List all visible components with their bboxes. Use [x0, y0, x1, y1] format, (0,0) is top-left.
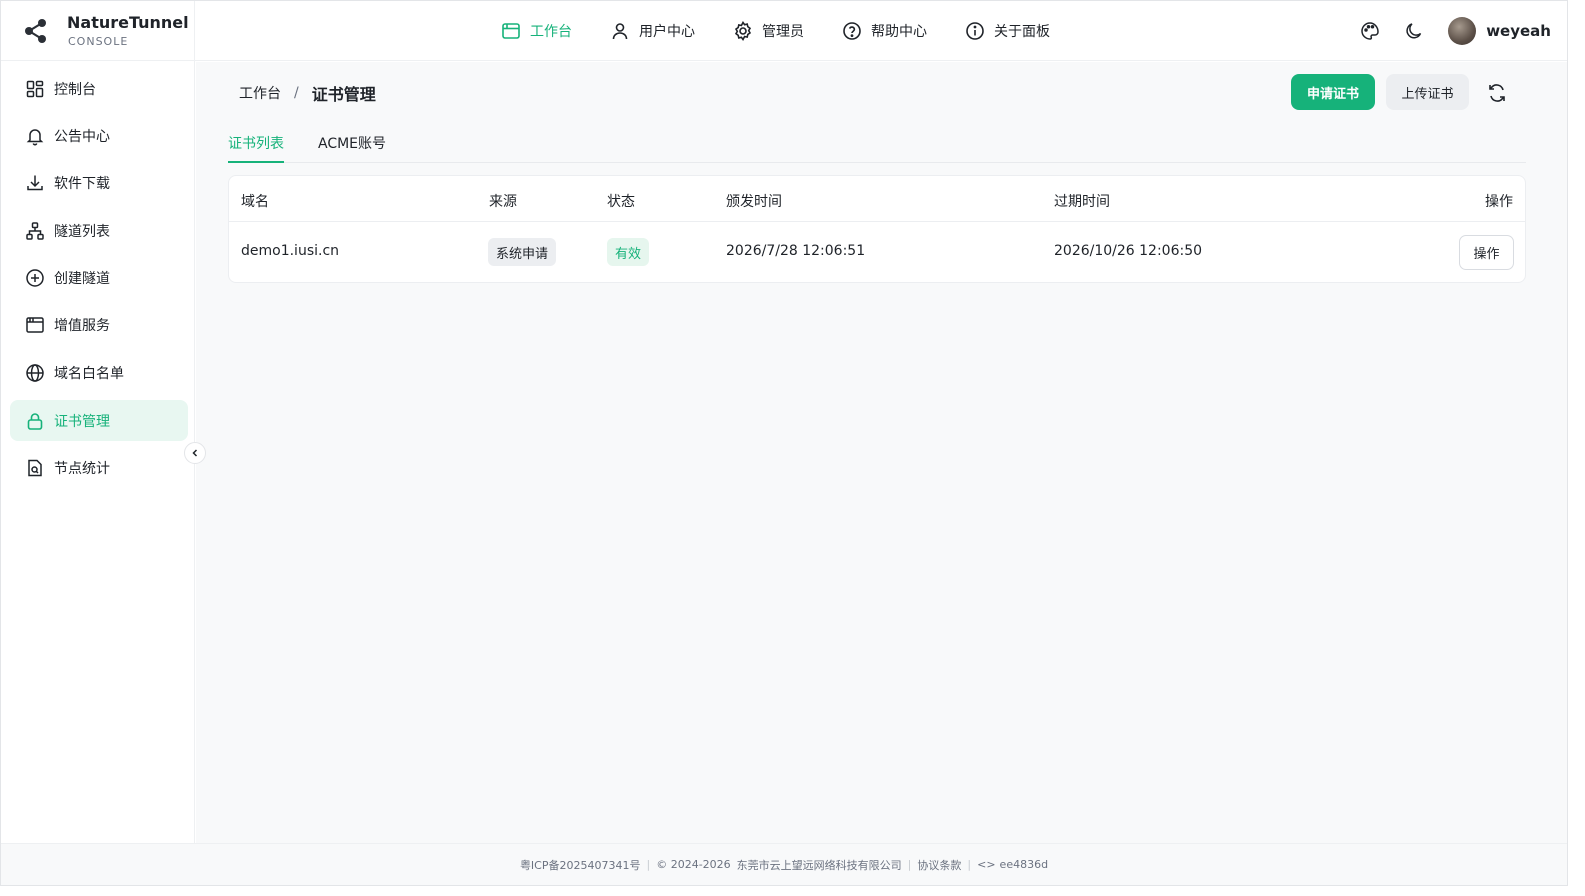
cell-expires: 2026/10/26 12:06:50	[1054, 243, 1203, 259]
sidebar-item-label: 控制台	[54, 81, 96, 98]
column-header-status: 状态	[607, 194, 635, 210]
sidebar-collapse-button[interactable]	[184, 442, 206, 464]
apply-certificate-button[interactable]: 申请证书	[1291, 74, 1375, 110]
sidebar-item-label: 增值服务	[54, 317, 110, 334]
cell-domain: demo1.iusi.cn	[241, 243, 340, 259]
status-badge: 有效	[607, 238, 650, 266]
terms-link[interactable]: 协议条款	[917, 857, 961, 873]
sidebar-item-dashboard[interactable]: 控制台	[10, 68, 188, 109]
header-right: weyeah	[1360, 1, 1551, 61]
footer-divider: |	[646, 858, 651, 871]
footer-divider: |	[907, 858, 912, 871]
topnav-help-center[interactable]: 帮助中心	[842, 1, 927, 61]
sidebar-item-domain-whitelist[interactable]: 域名白名单	[10, 352, 188, 393]
browser-window-icon	[26, 316, 44, 333]
cell-issued: 2026/7/28 12:06:51	[726, 243, 866, 259]
brand[interactable]: NatureTunnel CONSOLE	[1, 1, 195, 61]
sidebar-item-node-stats[interactable]: 节点统计	[10, 447, 188, 488]
share-nodes-icon	[25, 19, 46, 43]
top-nav: 工作台 用户中心 管理员 帮助中心 关于面板	[501, 1, 1088, 61]
sidebar-item-downloads[interactable]: 软件下载	[10, 162, 188, 203]
topnav-workbench[interactable]: 工作台	[501, 1, 572, 61]
info-circle-icon	[966, 22, 984, 40]
sidebar-item-label: 创建隧道	[54, 270, 110, 287]
topnav-label: 用户中心	[639, 24, 695, 40]
moon-icon[interactable]	[1404, 21, 1424, 41]
tab-bar: 证书列表 ACME账号	[228, 129, 1526, 163]
certificate-table: 域名 来源 状态 颁发时间 过期时间 操作 demo1.iusi.cn 系统申请…	[228, 175, 1526, 283]
sidebar-item-label: 软件下载	[54, 175, 110, 192]
sidebar-item-announcements[interactable]: 公告中心	[10, 115, 188, 156]
tab-certificate-list[interactable]: 证书列表	[228, 129, 284, 163]
column-header-domain: 域名	[241, 194, 269, 210]
lock-icon	[27, 412, 43, 430]
column-header-source: 来源	[489, 194, 517, 210]
code-icon: <>	[977, 858, 996, 871]
plus-circle-icon	[26, 268, 44, 287]
sidebar-item-label: 公告中心	[54, 128, 110, 145]
globe-icon	[26, 363, 44, 382]
footer-divider: |	[967, 858, 972, 871]
main-content: 工作台 / 证书管理 申请证书 上传证书 证书列表 ACME账号 域名 来源 状…	[196, 62, 1567, 843]
brand-name: NatureTunnel	[67, 13, 189, 32]
topnav-label: 工作台	[530, 24, 572, 40]
sidebar-item-label: 隧道列表	[54, 223, 110, 240]
top-header: NatureTunnel CONSOLE 工作台 用户中心 管理员 帮助中心 关…	[1, 1, 1567, 61]
breadcrumb-home[interactable]: 工作台	[239, 83, 281, 103]
column-header-actions: 操作	[1485, 194, 1513, 210]
sidebar-item-value-added[interactable]: 增值服务	[10, 304, 188, 345]
gear-icon	[734, 21, 752, 41]
source-badge: 系统申请	[488, 238, 557, 266]
icp-link[interactable]: 粤ICP备2025407341号	[520, 857, 641, 873]
sidebar-item-tunnel-list[interactable]: 隧道列表	[10, 210, 188, 251]
avatar[interactable]	[1448, 17, 1477, 45]
window-icon	[502, 23, 520, 39]
user-icon	[612, 23, 628, 40]
row-action-button[interactable]: 操作	[1459, 235, 1514, 270]
table-header: 域名 来源 状态 颁发时间 过期时间 操作	[229, 176, 1525, 222]
topnav-label: 关于面板	[994, 24, 1050, 40]
sidebar: 控制台 公告中心 软件下载 隧道列表 创建隧道 增值服务 域名白名单 证书管理	[1, 61, 195, 843]
page-title: 证书管理	[311, 85, 376, 104]
sidebar-item-create-tunnel[interactable]: 创建隧道	[10, 257, 188, 298]
sidebar-item-label: 域名白名单	[54, 365, 124, 382]
sidebar-item-label: 证书管理	[54, 413, 110, 430]
brand-subtitle: CONSOLE	[68, 35, 129, 48]
sitemap-icon	[26, 221, 44, 240]
tab-acme-account[interactable]: ACME账号	[318, 129, 386, 163]
company-name: 东莞市云上望远网络科技有限公司	[736, 858, 902, 872]
breadcrumb-separator: /	[294, 85, 299, 101]
dashboard-icon	[26, 80, 44, 97]
chevron-left-icon	[192, 449, 198, 457]
topnav-admin[interactable]: 管理员	[733, 1, 804, 61]
refresh-icon[interactable]	[1485, 81, 1509, 105]
topnav-user-center[interactable]: 用户中心	[610, 1, 695, 61]
topnav-about-panel[interactable]: 关于面板	[965, 1, 1050, 61]
file-search-icon	[28, 459, 42, 476]
copyright: © 2024-2026	[656, 858, 731, 871]
topnav-label: 帮助中心	[871, 24, 927, 40]
column-header-expires: 过期时间	[1054, 194, 1110, 210]
sidebar-item-certificates[interactable]: 证书管理	[10, 400, 188, 441]
sidebar-item-label: 节点统计	[54, 460, 110, 477]
username[interactable]: weyeah	[1486, 22, 1551, 40]
help-circle-icon	[843, 22, 861, 40]
palette-icon[interactable]	[1360, 21, 1380, 41]
footer: 粤ICP备2025407341号 | © 2024-2026 东莞市云上望远网络…	[1, 843, 1567, 885]
upload-certificate-button[interactable]: 上传证书	[1386, 74, 1469, 110]
app-window: NatureTunnel CONSOLE 工作台 用户中心 管理员 帮助中心 关…	[0, 0, 1568, 886]
breadcrumb: 工作台 / 证书管理	[239, 81, 376, 105]
topnav-label: 管理员	[762, 24, 804, 40]
download-icon	[27, 175, 43, 190]
bell-icon	[26, 128, 44, 145]
column-header-issued: 颁发时间	[726, 194, 782, 210]
version-hash[interactable]: ee4836d	[1000, 858, 1049, 871]
